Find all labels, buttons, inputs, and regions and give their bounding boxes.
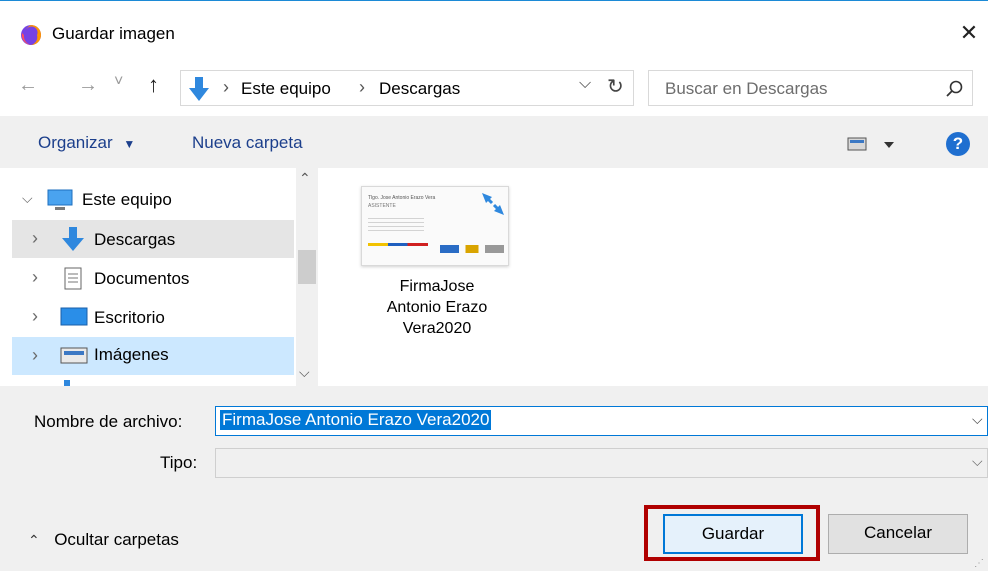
recent-locations-button[interactable]: ˅ [114,73,123,91]
breadcrumb-separator: › [223,77,229,97]
sidebar-item-documentos[interactable]: › Documentos [12,259,294,297]
up-button[interactable]: ↑ [148,72,159,98]
file-name-line: FirmaJose [399,278,475,295]
document-icon [62,266,84,292]
sidebar-item-descargas[interactable]: › Descargas [12,220,294,258]
hide-folders-button[interactable]: ⌃ Ocultar carpetas [28,530,179,550]
sidebar-item-label: Este equipo [82,190,172,209]
caret-down-icon: ▼ [123,137,136,151]
dialog-title: Guardar imagen [52,24,175,43]
scroll-up-icon[interactable]: ⌃ [299,170,311,187]
sidebar-item-label: Imágenes [94,345,169,364]
address-dropdown-button[interactable]: ⌵ [579,75,591,93]
download-arrow-icon [60,225,86,253]
breadcrumb-este-equipo[interactable]: Este equipo [241,79,331,99]
window-top-border [0,0,988,9]
scroll-down-icon[interactable]: ⌵ [299,364,310,381]
address-bar[interactable]: › Este equipo › Descargas ⌵ ↻ [180,70,634,106]
filename-label: Nombre de archivo: [34,412,183,431]
chevron-right-icon[interactable]: › [32,267,38,288]
chevron-down-icon[interactable]: ⌵ [972,453,983,470]
chevron-right-icon[interactable]: › [32,345,38,366]
filename-value: FirmaJose Antonio Erazo Vera2020 [220,410,492,430]
sidebar-item-label: Escritorio [94,308,165,327]
download-arrow-icon [187,75,211,103]
sidebar-item-este-equipo[interactable]: ⌵ Este equipo [12,180,294,218]
thumbnail-logos [440,245,504,253]
pictures-icon [60,346,88,366]
thumbnail-text-line: Tlgo. Jose Antonio Erazo Vera [368,195,436,201]
scrollbar-thumb[interactable] [298,250,316,284]
sidebar-item-imagenes[interactable]: › Imágenes [12,337,294,375]
thumbnail-color-strip [368,243,428,246]
save-button[interactable]: Guardar [663,514,803,554]
chevron-down-icon[interactable]: ⌵ [972,411,983,428]
help-icon[interactable]: ? [946,132,970,156]
file-thumbnail[interactable]: Tlgo. Jose Antonio Erazo Vera ASISTENTE [361,186,509,266]
organize-menu-button[interactable]: Organizar ▼ [38,133,135,153]
desktop-icon [60,306,88,328]
close-button[interactable]: ✕ [958,20,980,46]
refresh-button[interactable]: ↻ [607,74,624,99]
view-options-button[interactable] [846,134,902,154]
breadcrumb-descargas[interactable]: Descargas [379,79,460,99]
chevron-right-icon[interactable]: › [32,306,38,327]
computer-icon [46,188,74,212]
cancel-button[interactable]: Cancelar [828,514,968,554]
sidebar-item-label: Descargas [94,230,176,249]
compressed-arrows-icon [478,189,508,219]
thumbnail-text-block [368,215,424,233]
filename-input[interactable]: FirmaJose Antonio Erazo Vera2020 ⌵ [215,406,988,436]
organize-label: Organizar [38,133,113,152]
search-input[interactable]: Buscar en Descargas [648,70,973,106]
hide-folders-label: Ocultar carpetas [54,530,179,549]
resize-grip-icon[interactable]: ⋰ [974,558,984,569]
command-bar [0,116,988,168]
search-icon [945,79,965,99]
forward-button[interactable]: → [78,74,98,97]
new-folder-button[interactable]: Nueva carpeta [192,133,303,153]
sidebar-item-label: Documentos [94,269,190,288]
chevron-up-icon: ⌃ [28,532,40,548]
chevron-down-icon[interactable]: ⌵ [22,190,33,207]
sidebar-item-escritorio[interactable]: › Escritorio [12,298,294,336]
breadcrumb-separator: › [359,77,365,97]
search-placeholder: Buscar en Descargas [665,79,828,98]
file-name-line: Vera2020 [402,320,472,337]
thumbnail-text-line: ASISTENTE [368,203,396,209]
type-select[interactable]: ⌵ [215,448,988,478]
chevron-right-icon[interactable]: › [32,228,38,249]
firefox-icon [20,24,42,46]
type-label: Tipo: [160,453,198,472]
file-name-label[interactable]: FirmaJose Antonio Erazo Vera2020 [342,276,532,339]
file-name-line: Antonio Erazo [386,299,488,316]
back-button[interactable]: ← [18,74,38,97]
